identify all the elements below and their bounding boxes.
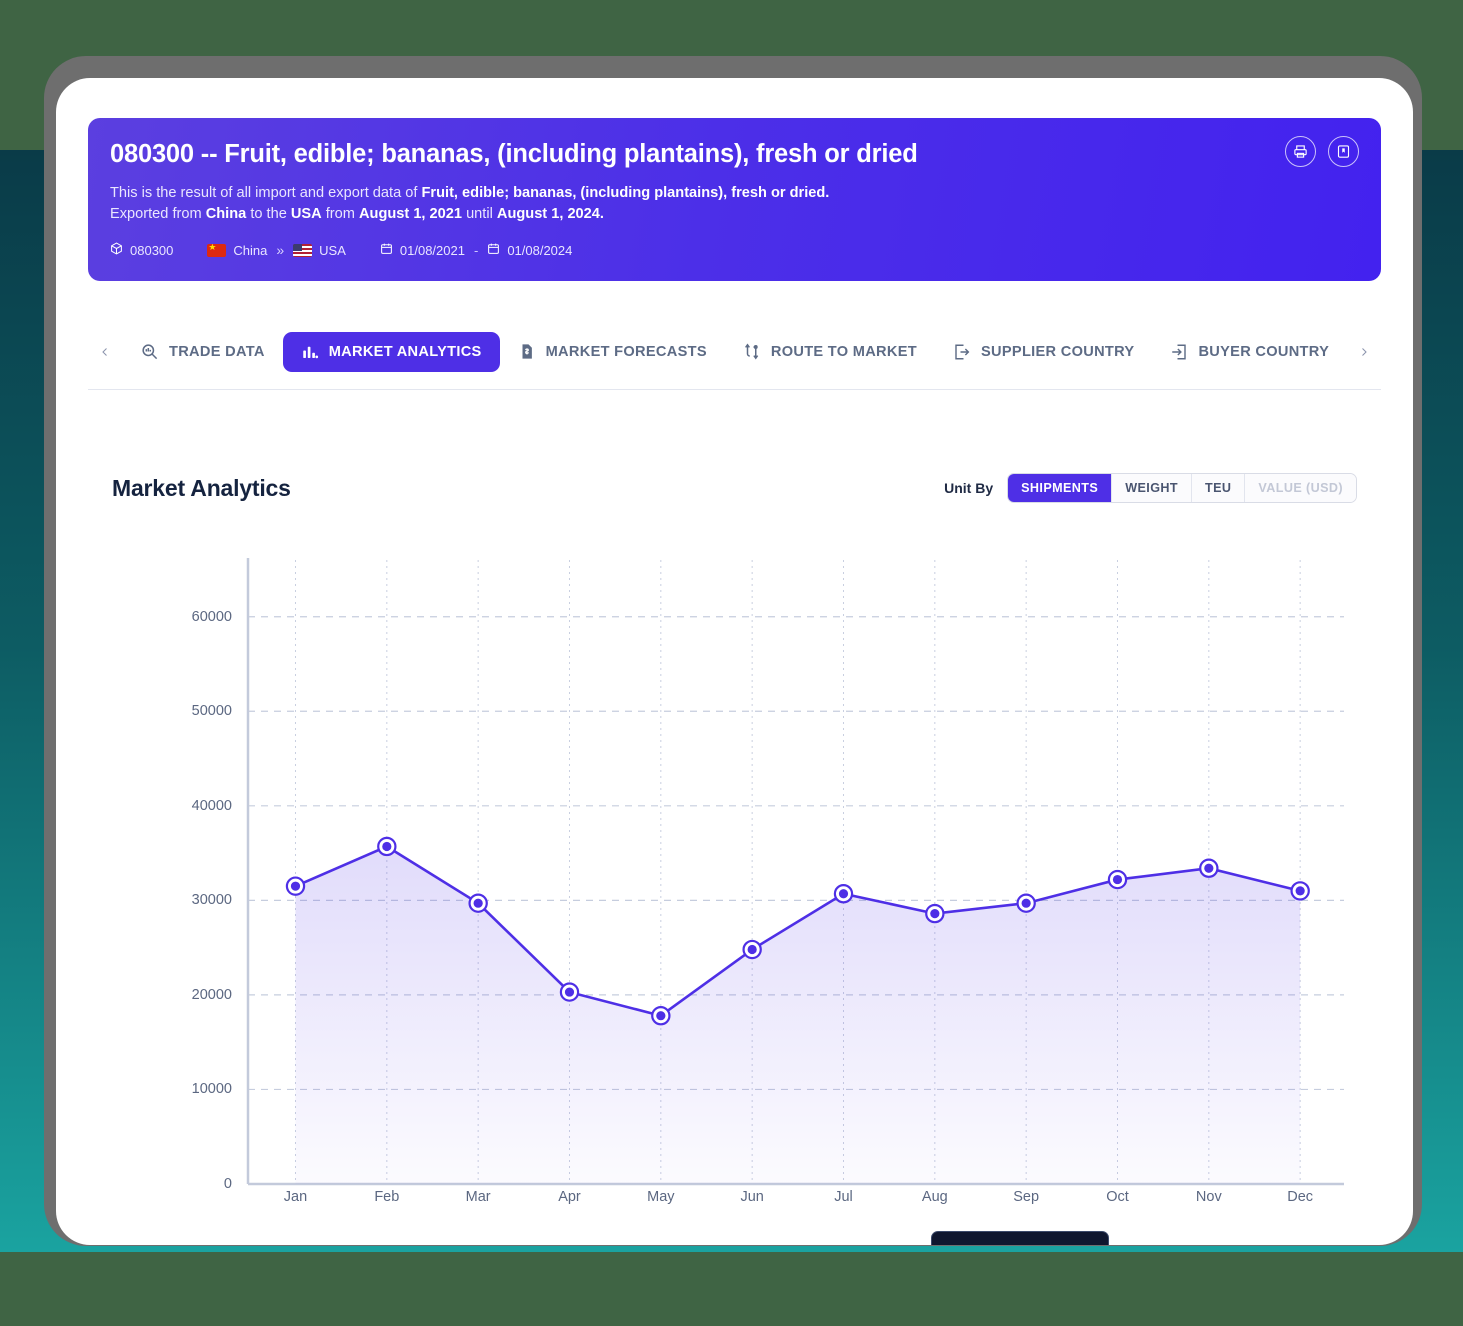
page-title: 080300 -- Fruit, edible; bananas, (inclu… bbox=[110, 140, 918, 168]
tab-label: MARKET ANALYTICS bbox=[328, 343, 482, 360]
x-axis-tick: Oct bbox=[1106, 1189, 1129, 1205]
y-axis-tick: 20000 bbox=[191, 986, 232, 1003]
market-analytics-chart: 0 10000 20000 30000 40000 50000 60000 Jan Feb Ma… bbox=[112, 548, 1362, 1245]
header-action-buttons bbox=[1285, 136, 1359, 167]
meta-date-to: 01/08/2024 bbox=[487, 242, 572, 258]
usa-flag-icon bbox=[293, 243, 313, 257]
x-axis-tick: May bbox=[647, 1189, 675, 1205]
desc-prefix: This is the result of all import and exp… bbox=[110, 185, 422, 202]
tab-route-to-market[interactable]: ROUTE TO MARKET bbox=[725, 331, 935, 372]
bookmark-button[interactable] bbox=[1328, 136, 1359, 167]
calendar-icon bbox=[487, 242, 500, 258]
unit-option-value-usd: VALUE (USD) bbox=[1245, 474, 1356, 502]
x-axis-tick: Mar bbox=[465, 1189, 491, 1205]
x-axis-tick: Jan bbox=[283, 1189, 308, 1205]
tab-supplier-country[interactable]: SUPPLIER COUNTRY bbox=[935, 332, 1152, 372]
app-window: 080300 -- Fruit, edible; bananas, (inclu… bbox=[56, 78, 1413, 1245]
desc-date-from: August 1, 2021 bbox=[359, 206, 463, 223]
desc-to: to the bbox=[246, 206, 291, 223]
meta-origin-value: China bbox=[233, 242, 268, 258]
x-axis-tick: Nov bbox=[1195, 1189, 1222, 1205]
document-money-icon bbox=[518, 342, 536, 361]
tab-label: BUYER COUNTRY bbox=[1198, 343, 1330, 360]
y-axis-tick: 60000 bbox=[191, 608, 232, 625]
bookmark-icon bbox=[1336, 144, 1351, 159]
x-axis-tick: Dec bbox=[1287, 1189, 1314, 1205]
tab-buyer-country[interactable]: BUYER COUNTRY bbox=[1152, 332, 1347, 372]
desc-until-word: until bbox=[462, 206, 497, 223]
chart-plot bbox=[246, 558, 1344, 1186]
meta-origin: China bbox=[207, 243, 267, 258]
desc-from-word: from bbox=[321, 206, 359, 223]
desc-origin: China bbox=[205, 206, 247, 223]
tab-label: TRADE DATA bbox=[169, 343, 265, 360]
y-axis-tick: 50000 bbox=[191, 703, 232, 720]
print-button[interactable] bbox=[1285, 136, 1316, 167]
tab-market-analytics[interactable]: MARKET ANALYTICS bbox=[282, 331, 500, 372]
analytics-section-header: Market Analytics Unit By SHIPMENTS WEIGH… bbox=[112, 473, 1357, 503]
x-axis-tick: Apr bbox=[558, 1189, 581, 1205]
y-axis-tick: 40000 bbox=[191, 797, 232, 814]
route-icon bbox=[743, 342, 761, 361]
box-icon bbox=[110, 242, 123, 258]
x-axis-tick: Feb bbox=[374, 1189, 400, 1205]
desc-date-to: August 1, 2024. bbox=[496, 206, 604, 223]
unit-option-shipments[interactable]: SHIPMENTS bbox=[1008, 474, 1113, 502]
unit-option-weight[interactable]: WEIGHT bbox=[1112, 474, 1192, 502]
y-axis-tick: 30000 bbox=[191, 892, 232, 909]
y-axis-tick: 0 bbox=[223, 1176, 232, 1192]
x-axis-tick: Jun bbox=[740, 1189, 764, 1205]
section-tabbar: TRADE DATA MARKET ANALYTICS MARKET FOREC… bbox=[88, 314, 1381, 390]
tabs-scroll-next-button[interactable] bbox=[1347, 331, 1381, 373]
search-data-icon bbox=[140, 342, 159, 361]
tab-market-forecasts[interactable]: MARKET FORECASTS bbox=[500, 331, 725, 372]
export-out-icon bbox=[953, 343, 971, 361]
meta-destination: USA bbox=[293, 243, 346, 258]
unit-selector: Unit By SHIPMENTS WEIGHT TEU VALUE (USD) bbox=[944, 473, 1357, 503]
y-axis-tick: 10000 bbox=[191, 1081, 232, 1098]
meta-date-from: 01/08/2021 bbox=[380, 242, 465, 258]
unit-option-teu[interactable]: TEU bbox=[1191, 474, 1246, 502]
meta-date-from-value: 01/08/2021 bbox=[399, 242, 465, 258]
tabs-scroll-prev-button[interactable] bbox=[88, 331, 122, 373]
desc-exported-from: Exported from bbox=[110, 206, 206, 223]
tab-label: MARKET FORECASTS bbox=[545, 343, 707, 360]
chart-tooltip: July 2024 Sea Shipments 60,821 Buyers 12… bbox=[931, 1231, 1109, 1245]
x-axis-tick: Aug bbox=[921, 1189, 948, 1205]
meta-hs-code: 080300 bbox=[110, 242, 173, 258]
section-title: Market Analytics bbox=[112, 474, 291, 501]
meta-direction-arrow: » bbox=[276, 242, 285, 259]
unit-by-label: Unit By bbox=[944, 480, 994, 496]
printer-icon bbox=[1293, 144, 1308, 159]
header-meta-row: 080300 China » USA 01/08/2021 bbox=[110, 242, 1355, 258]
meta-destination-value: USA bbox=[319, 242, 346, 258]
header-description: This is the result of all import and exp… bbox=[110, 183, 1190, 225]
tab-label: ROUTE TO MARKET bbox=[770, 343, 917, 360]
x-axis-tick: Jul bbox=[834, 1189, 853, 1205]
import-in-icon bbox=[1170, 343, 1188, 361]
desc-product: Fruit, edible; bananas, (including plant… bbox=[421, 185, 830, 202]
meta-date-to-value: 01/08/2024 bbox=[507, 242, 573, 258]
tab-label: SUPPLIER COUNTRY bbox=[981, 343, 1135, 360]
unit-toggle-group: SHIPMENTS WEIGHT TEU VALUE (USD) bbox=[1007, 473, 1357, 503]
desc-destination: USA bbox=[290, 206, 322, 223]
bar-chart-icon bbox=[301, 343, 319, 361]
meta-date-separator: - bbox=[473, 242, 479, 258]
meta-hs-code-value: 080300 bbox=[130, 242, 174, 258]
china-flag-icon bbox=[207, 243, 227, 257]
x-axis-tick: Sep bbox=[1013, 1189, 1040, 1205]
tab-list: TRADE DATA MARKET ANALYTICS MARKET FOREC… bbox=[122, 331, 1347, 372]
product-header-banner: 080300 -- Fruit, edible; bananas, (inclu… bbox=[88, 118, 1381, 281]
calendar-icon bbox=[380, 242, 393, 258]
tab-trade-data[interactable]: TRADE DATA bbox=[122, 331, 283, 372]
